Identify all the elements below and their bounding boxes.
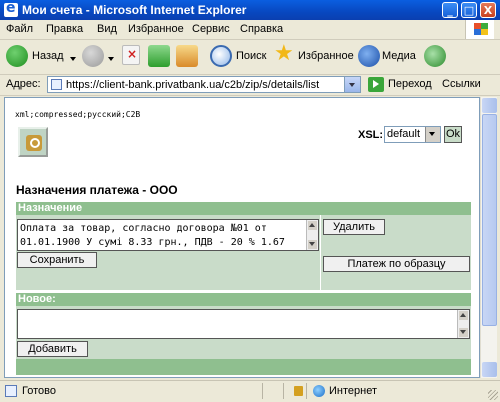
address-label: Адрес: (6, 78, 41, 90)
refresh-icon (148, 45, 170, 67)
links-button[interactable]: Ссылки (442, 78, 481, 90)
menu-file[interactable]: Файл (6, 23, 33, 35)
lock-icon (294, 386, 303, 396)
section-divider (320, 215, 321, 290)
history-icon (424, 45, 446, 67)
back-button[interactable]: Назад (6, 45, 78, 69)
forward-arrow-icon (82, 45, 104, 67)
history-button[interactable] (424, 45, 446, 69)
page-icon (51, 79, 62, 90)
add-button[interactable]: Добавить (17, 341, 88, 357)
purpose-text-line2: 01.01.1900 У сумі 8.33 грн., ПДВ - 20 % … (20, 237, 285, 248)
back-arrow-icon (6, 45, 28, 67)
forward-button[interactable] (82, 45, 118, 69)
forward-dropdown-icon[interactable] (108, 57, 114, 61)
xsl-selected-value: default (387, 128, 421, 140)
maximize-button[interactable]: □ (461, 2, 477, 18)
search-label: Поиск (236, 50, 267, 62)
save-button[interactable]: Сохранить (17, 252, 97, 268)
new-purpose-scrollbar[interactable] (457, 310, 469, 338)
status-divider (283, 383, 284, 399)
media-label: Медиа (382, 50, 416, 62)
status-divider (262, 383, 263, 399)
menu-tools[interactable]: Сервис (192, 23, 230, 35)
go-arrow-icon[interactable] (368, 77, 384, 92)
back-dropdown-icon[interactable] (70, 57, 76, 61)
xsl-label: XSL: (358, 129, 384, 141)
scroll-down-icon[interactable] (459, 328, 468, 337)
status-text: Готово (22, 385, 56, 397)
section-footer (16, 359, 471, 375)
media-button[interactable]: Медиа (358, 45, 420, 69)
zone-label: Интернет (329, 385, 377, 397)
home-button[interactable] (176, 45, 200, 69)
internet-zone-icon (313, 385, 325, 397)
template-payment-button[interactable]: Платеж по образцу (323, 256, 470, 272)
scroll-down-icon[interactable] (482, 362, 497, 377)
page-content: xml;compressed;русский;C2B XSL: default … (4, 97, 480, 378)
delete-button[interactable]: Удалить (323, 219, 385, 235)
key-icon (26, 135, 42, 151)
ie-logo-icon (4, 0, 18, 17)
purpose-textarea[interactable]: Оплата за товар, согласно договора №01 о… (17, 219, 319, 251)
toolbar: Назад × Поиск ★ Избранное Медиа (0, 40, 500, 75)
minimize-button[interactable]: _ (442, 2, 458, 18)
page-title: Назначения платежа - ООО (16, 183, 178, 197)
scroll-up-icon[interactable] (308, 221, 317, 230)
search-button[interactable]: Поиск (210, 45, 268, 69)
resize-grip[interactable] (488, 390, 498, 400)
title-bar: Мои счета - Microsoft Internet Explorer … (0, 0, 500, 20)
back-label: Назад (32, 50, 64, 62)
scroll-down-icon[interactable] (308, 240, 317, 249)
address-input[interactable]: https://client-bank.privatbank.ua/c2b/zi… (47, 76, 361, 93)
favorites-button[interactable]: ★ Избранное (274, 41, 356, 69)
new-section-header: Новое: (16, 293, 471, 306)
purpose-scrollbar[interactable] (306, 220, 318, 250)
page-scrollbar[interactable] (480, 97, 497, 378)
favorites-label: Избранное (298, 50, 354, 62)
media-icon (358, 45, 380, 67)
page-status-icon (5, 385, 17, 397)
close-button[interactable]: X (480, 2, 496, 18)
address-bar: Адрес: https://client-bank.privatbank.ua… (0, 75, 500, 96)
address-url[interactable]: https://client-bank.privatbank.ua/c2b/zi… (66, 79, 319, 91)
home-icon (176, 45, 198, 67)
star-icon: ★ (274, 41, 294, 66)
stop-button[interactable]: × (122, 45, 142, 69)
scroll-up-icon[interactable] (482, 98, 497, 113)
stop-icon: × (122, 45, 140, 65)
search-icon (210, 45, 232, 67)
menu-edit[interactable]: Правка (46, 23, 83, 35)
status-divider (306, 383, 307, 399)
menu-view[interactable]: Вид (97, 23, 117, 35)
menu-bar: Файл Правка Вид Избранное Сервис Справка (0, 20, 500, 40)
new-purpose-textarea[interactable] (17, 309, 470, 339)
ok-button[interactable]: Ok (444, 126, 462, 143)
go-button[interactable]: Переход (388, 78, 432, 90)
window-title: Мои счета - Microsoft Internet Explorer (22, 3, 247, 17)
meta-info: xml;compressed;русский;C2B (15, 110, 141, 119)
scroll-up-icon[interactable] (459, 311, 468, 320)
purpose-section-header: Назначение (16, 202, 471, 215)
menu-help[interactable]: Справка (240, 23, 283, 35)
purpose-text-line1: Оплата за товар, согласно договора №01 о… (20, 223, 267, 234)
scroll-thumb[interactable] (482, 114, 497, 326)
xsl-dropdown-icon[interactable] (425, 127, 440, 142)
xsl-select[interactable]: default (384, 126, 441, 143)
key-button[interactable] (18, 127, 48, 157)
browser-window: Мои счета - Microsoft Internet Explorer … (0, 0, 500, 402)
menu-favorites[interactable]: Избранное (128, 23, 184, 35)
windows-logo-icon (465, 20, 494, 39)
refresh-button[interactable] (148, 45, 170, 69)
address-dropdown-icon[interactable] (344, 77, 360, 92)
status-bar: Готово Интернет (0, 380, 500, 402)
